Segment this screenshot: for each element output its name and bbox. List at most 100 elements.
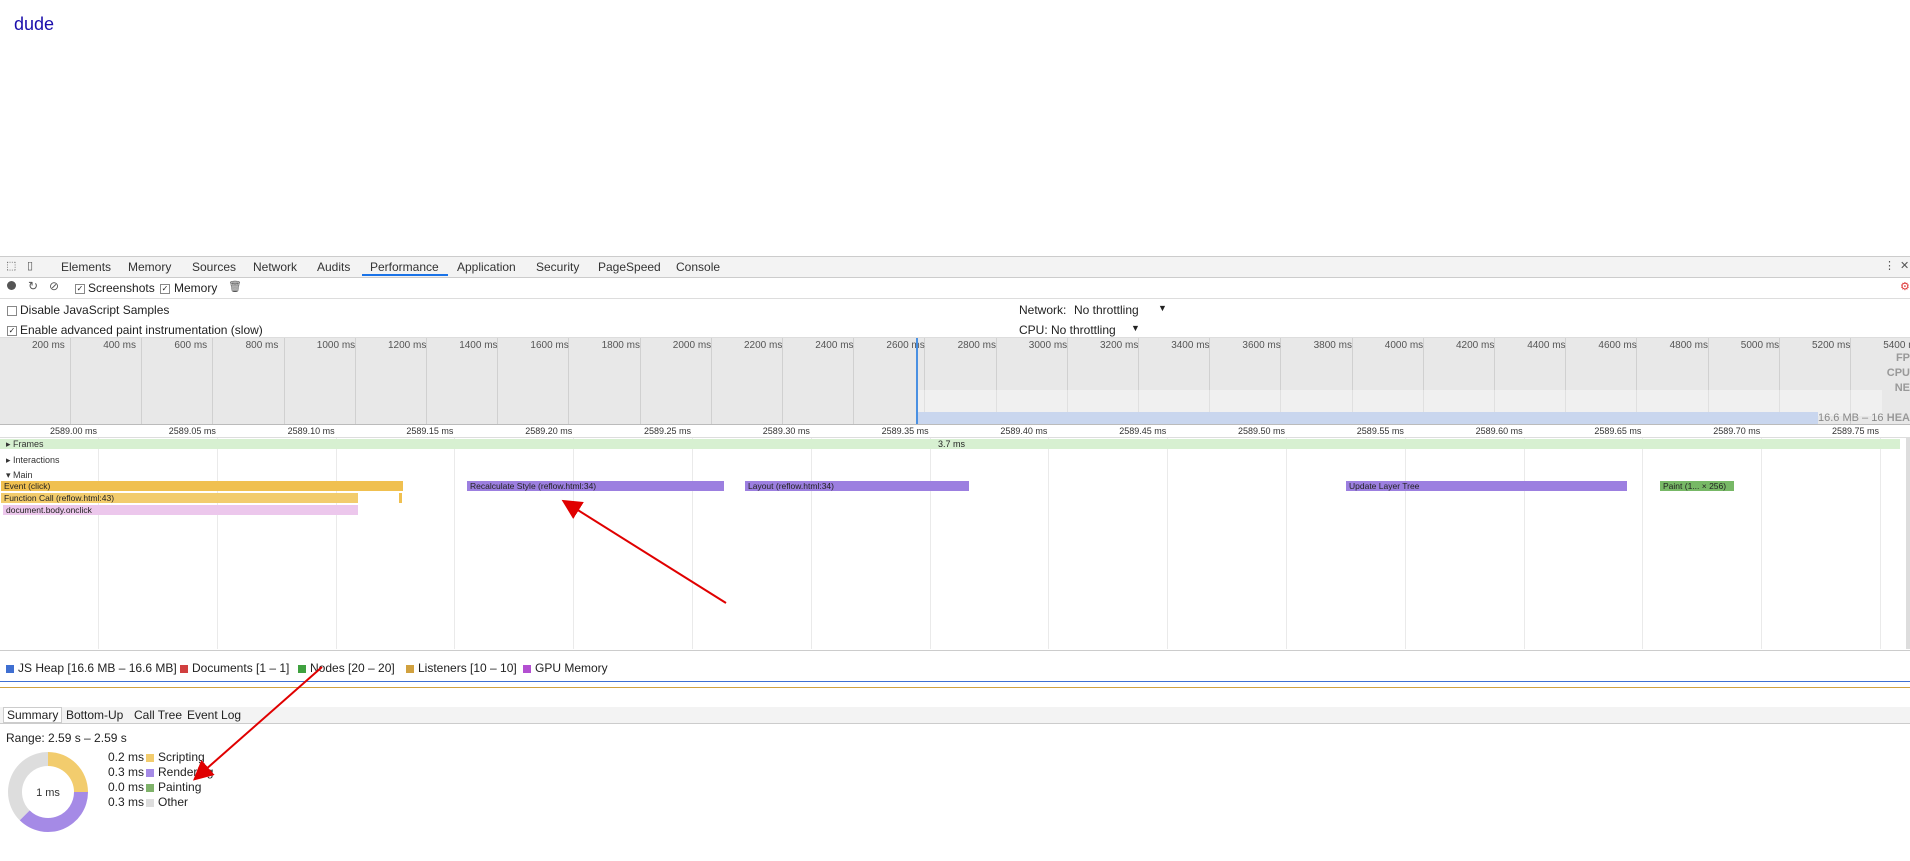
interactions-track-label[interactable]: ▸ Interactions bbox=[6, 455, 60, 466]
overview-tick-label: 800 ms bbox=[245, 340, 279, 351]
network-throttle-label: Network: bbox=[1019, 303, 1067, 317]
tab-application[interactable]: Application bbox=[457, 260, 516, 274]
tab-network[interactable]: Network bbox=[253, 260, 297, 274]
painting-swatch bbox=[146, 783, 154, 792]
inspect-element-icon[interactable]: ⬚ bbox=[6, 261, 16, 272]
range-label: Range: 2.59 s – 2.59 s bbox=[6, 731, 127, 745]
flame-gridline bbox=[1761, 438, 1763, 649]
tab-audits[interactable]: Audits bbox=[317, 260, 350, 274]
tab-event-log[interactable]: Event Log bbox=[187, 708, 241, 722]
ruler-tick-label: 2589.20 ms bbox=[525, 426, 573, 436]
nodes-counter[interactable]: Nodes [20 – 20] bbox=[298, 661, 395, 675]
donut-slice-scripting bbox=[48, 752, 88, 792]
trash-icon[interactable]: 🗑 bbox=[228, 280, 242, 293]
ruler-tick-label: 2589.50 ms bbox=[1238, 426, 1286, 436]
overview-tick-label: 2800 ms bbox=[957, 340, 996, 351]
details-tab-bar: Summary Bottom-Up Call Tree Event Log bbox=[0, 707, 1910, 724]
scripting-swatch bbox=[146, 753, 154, 762]
cpu-throttle-select[interactable]: No throttling bbox=[1051, 323, 1116, 337]
clear-icon[interactable]: ⊘ bbox=[49, 279, 59, 293]
close-devtools-icon[interactable]: ✕ bbox=[1900, 261, 1910, 272]
overview-heap-band bbox=[918, 412, 1818, 424]
tab-security[interactable]: Security bbox=[536, 260, 579, 274]
recalculate-style-bar[interactable]: Recalculate Style (reflow.html:34) bbox=[467, 481, 724, 491]
event-click-bar[interactable]: Event (click) bbox=[1, 481, 403, 491]
memory-checkbox[interactable]: ✓ bbox=[160, 281, 170, 295]
gpu-memory-counter[interactable]: GPU Memory bbox=[523, 661, 608, 675]
advanced-paint-checkbox[interactable]: ✓ bbox=[7, 323, 17, 337]
flame-scrollbar[interactable] bbox=[1906, 438, 1910, 649]
legend-row-other: 0.3 ms Other bbox=[108, 795, 189, 809]
js-heap-checkbox[interactable] bbox=[6, 664, 14, 673]
listeners-checkbox[interactable] bbox=[406, 664, 414, 673]
tab-pagespeed[interactable]: PageSpeed bbox=[598, 260, 661, 274]
performance-toolbar: ↻ ⊘ ✓ Screenshots ✓ Memory 🗑 ⚙ bbox=[0, 278, 1910, 299]
gpu-memory-checkbox[interactable] bbox=[523, 664, 531, 673]
overview-tick-label: 4000 ms bbox=[1384, 340, 1424, 351]
reload-icon[interactable]: ↻ bbox=[28, 279, 38, 293]
advanced-paint-label: Enable advanced paint instrumentation (s… bbox=[20, 323, 263, 337]
summary-panel: Range: 2.59 s – 2.59 s 1 ms 0.2 ms Script… bbox=[0, 724, 1910, 861]
memory-graph-line bbox=[0, 681, 1910, 682]
layout-bar[interactable]: Layout (reflow.html:34) bbox=[745, 481, 969, 491]
flame-gridline bbox=[810, 438, 812, 649]
documents-counter[interactable]: Documents [1 – 1] bbox=[180, 661, 289, 675]
tab-console[interactable]: Console bbox=[676, 260, 720, 274]
frames-track-label[interactable]: ▸ Frames bbox=[6, 439, 44, 450]
overview-tick-label: 2400 ms bbox=[815, 340, 854, 351]
flame-chart[interactable]: ▸ Frames 3.7 ms ▸ Interactions ▾ Main Ev… bbox=[0, 438, 1910, 649]
nodes-checkbox[interactable] bbox=[298, 664, 306, 673]
overview-tick-label: 3600 ms bbox=[1242, 340, 1281, 351]
memory-label: Memory bbox=[174, 281, 218, 295]
js-heap-counter[interactable]: JS Heap [16.6 MB – 16.6 MB] bbox=[6, 661, 177, 675]
tab-memory[interactable]: Memory bbox=[128, 260, 171, 274]
flame-gridline bbox=[216, 438, 218, 649]
overview-tick-label: 1200 ms bbox=[388, 340, 427, 351]
overview-tick-label: 5200 ms bbox=[1812, 340, 1851, 351]
listeners-counter[interactable]: Listeners [10 – 10] bbox=[406, 661, 517, 675]
flame-gridline bbox=[1286, 438, 1287, 649]
disable-js-samples-checkbox[interactable] bbox=[7, 303, 17, 317]
tab-call-tree[interactable]: Call Tree bbox=[134, 708, 182, 722]
settings-gear-icon[interactable]: ⚙ bbox=[1900, 280, 1910, 293]
update-layer-tree-bar[interactable]: Update Layer Tree bbox=[1346, 481, 1627, 491]
network-throttle-select[interactable]: No throttling bbox=[1074, 303, 1139, 317]
tab-sources[interactable]: Sources bbox=[192, 260, 236, 274]
more-options-icon[interactable]: ⋮ bbox=[1884, 261, 1895, 272]
main-track-label[interactable]: ▾ Main bbox=[6, 470, 33, 481]
paint-bar[interactable]: Paint (1... × 256) bbox=[1660, 481, 1734, 491]
overview-tick-label: 1800 ms bbox=[601, 340, 640, 351]
tab-performance[interactable]: Performance bbox=[370, 260, 439, 274]
ruler-tick-label: 2589.30 ms bbox=[762, 426, 810, 436]
tab-elements[interactable]: Elements bbox=[61, 260, 111, 274]
function-call-tail-bar[interactable] bbox=[399, 493, 402, 503]
cpu-throttle-label: CPU: bbox=[1019, 323, 1048, 337]
tab-summary[interactable]: Summary bbox=[3, 707, 63, 723]
ruler-tick-label: 2589.75 ms bbox=[1832, 426, 1880, 436]
overview-tick-label: 600 ms bbox=[174, 340, 208, 351]
record-icon[interactable] bbox=[7, 281, 16, 290]
function-call-bar[interactable]: Function Call (reflow.html:43) bbox=[1, 493, 358, 503]
overview-gridline bbox=[212, 338, 214, 424]
timeline-overview[interactable]: 200 ms 400 ms 600 ms 800 ms 1000 ms 1200 ms 14… bbox=[0, 338, 1910, 425]
summary-donut-chart: 1 ms bbox=[8, 752, 88, 832]
overview-fps-label: FP bbox=[1895, 352, 1910, 364]
flame-gridline bbox=[692, 438, 693, 649]
ruler-tick-label: 2589.05 ms bbox=[168, 426, 216, 436]
ruler-tick-label: 2589.35 ms bbox=[881, 426, 929, 436]
overview-tick-label: 2200 ms bbox=[744, 340, 783, 351]
screenshots-checkbox[interactable]: ✓ bbox=[75, 281, 85, 295]
documents-checkbox[interactable] bbox=[180, 664, 188, 673]
device-toolbar-icon[interactable]: ▯ bbox=[27, 261, 37, 272]
network-dropdown-icon[interactable]: ▼ bbox=[1158, 303, 1167, 313]
legend-row-painting: 0.0 ms Painting bbox=[108, 780, 202, 794]
tab-bottom-up[interactable]: Bottom-Up bbox=[66, 708, 123, 722]
cpu-dropdown-icon[interactable]: ▼ bbox=[1131, 323, 1140, 333]
onclick-bar[interactable]: document.body.onclick bbox=[3, 505, 358, 515]
overview-tick-label: 4400 ms bbox=[1527, 340, 1566, 351]
overview-gridline bbox=[283, 338, 285, 424]
overview-tick-label: 5400 ms bbox=[1883, 340, 1910, 351]
legend-row-scripting: 0.2 ms Scripting bbox=[108, 750, 205, 764]
active-tab-indicator bbox=[362, 274, 448, 276]
overview-tick-label: 3800 ms bbox=[1313, 340, 1352, 351]
